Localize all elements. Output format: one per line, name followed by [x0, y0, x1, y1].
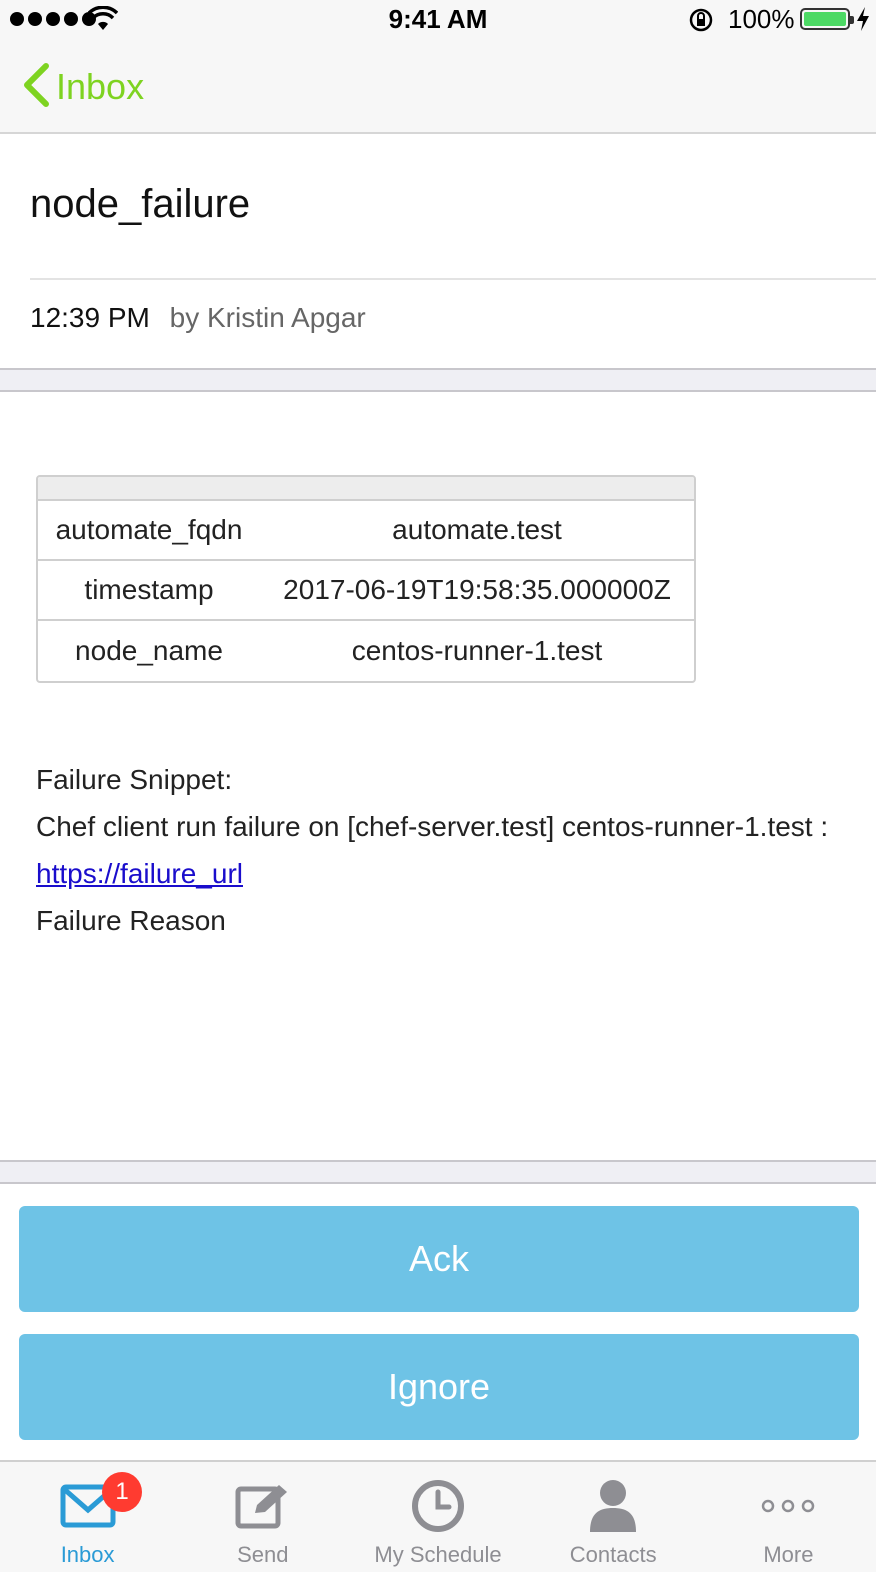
message-body: Failure Snippet: Chef client run failure…	[36, 756, 836, 944]
person-icon	[588, 1466, 638, 1546]
tab-label: Send	[237, 1542, 289, 1567]
battery-icon	[800, 8, 854, 30]
message-author: by Kristin Apgar	[169, 302, 366, 333]
reason-label: Failure Reason	[36, 905, 226, 936]
battery-percent: 100%	[728, 4, 795, 34]
rotation-lock-icon	[688, 7, 714, 40]
screen: 9:41 AM 100% Inbox node_failure 12:39 PM…	[0, 0, 876, 1572]
tab-send[interactable]: Send	[175, 1462, 350, 1572]
table-row: automate_fqdn automate.test	[38, 501, 694, 561]
section-separator	[0, 368, 876, 392]
compose-icon	[235, 1466, 291, 1546]
tab-label: Contacts	[569, 1542, 657, 1567]
divider	[30, 278, 876, 280]
clock-icon	[410, 1466, 466, 1546]
message-subject: node_failure	[30, 182, 251, 226]
table-row: timestamp 2017-06-19T19:58:35.000000Z	[38, 561, 694, 621]
tab-my-schedule[interactable]: My Schedule	[350, 1462, 525, 1572]
tab-label: More	[763, 1542, 814, 1567]
section-separator	[0, 1160, 876, 1184]
table-value: 2017-06-19T19:58:35.000000Z	[283, 574, 671, 605]
table-value: automate.test	[392, 514, 562, 545]
navigation-bar: Inbox	[0, 40, 876, 134]
tab-bar: 1 Inbox Send My Schedule Contacts More	[0, 1460, 876, 1572]
snippet-label: Failure Snippet:	[36, 764, 233, 795]
status-bar: 9:41 AM 100%	[0, 0, 876, 40]
ignore-button[interactable]: Ignore	[19, 1334, 859, 1440]
table-header	[38, 477, 694, 501]
details-table: automate_fqdn automate.test timestamp 20…	[36, 475, 696, 683]
table-value: centos-runner-1.test	[351, 635, 603, 666]
tab-label: Inbox	[60, 1542, 115, 1567]
back-label: Inbox	[56, 66, 145, 107]
tab-more[interactable]: More	[701, 1462, 876, 1572]
back-button[interactable]: Inbox	[22, 62, 144, 112]
tab-inbox[interactable]: 1 Inbox	[0, 1462, 175, 1572]
table-row: node_name centos-runner-1.test	[38, 621, 694, 681]
tab-contacts[interactable]: Contacts	[526, 1462, 701, 1572]
more-dots-icon	[760, 1466, 816, 1546]
failure-link[interactable]: https://failure_url	[36, 858, 243, 889]
chevron-left-icon	[22, 62, 50, 112]
tab-label: My Schedule	[374, 1542, 502, 1567]
message-time: 12:39 PM	[30, 302, 150, 333]
unread-badge: 1	[102, 1472, 142, 1512]
table-key: timestamp	[84, 574, 214, 605]
snippet-text: Chef client run failure on [chef-server.…	[36, 811, 829, 842]
charging-bolt-icon	[856, 6, 870, 39]
table-key: automate_fqdn	[55, 514, 243, 545]
message-meta: 12:39 PM by Kristin Apgar	[30, 302, 366, 334]
ack-button[interactable]: Ack	[19, 1206, 859, 1312]
snippet-paragraph: Chef client run failure on [chef-server.…	[36, 803, 836, 897]
table-key: node_name	[75, 635, 223, 666]
